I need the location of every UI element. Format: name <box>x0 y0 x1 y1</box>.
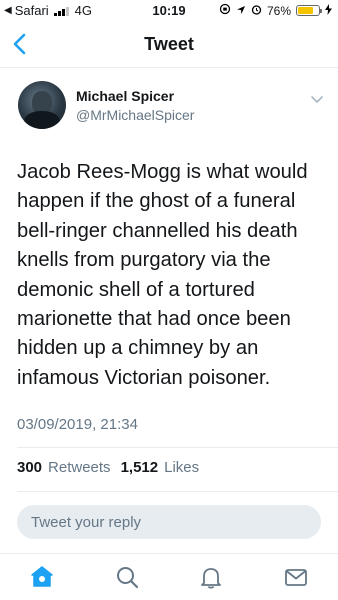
tweet-text: Jacob Rees-Mogg is what would happen if … <box>17 161 308 389</box>
more-options-button[interactable] <box>310 92 324 103</box>
nav-bar: Tweet <box>0 20 338 68</box>
battery-icon <box>296 5 322 16</box>
charging-icon <box>325 3 332 18</box>
status-bar: ◀ Safari 4G 10:19 76% <box>0 0 338 20</box>
author-name[interactable]: Michael Spicer <box>76 88 174 104</box>
page-title: Tweet <box>144 34 194 54</box>
tab-bar <box>0 553 338 600</box>
author-handle[interactable]: @MrMichaelSpicer <box>76 107 194 123</box>
search-icon <box>117 567 139 589</box>
reply-input[interactable]: Tweet your reply <box>17 505 321 539</box>
tab-search[interactable] <box>114 564 140 590</box>
alarm-icon <box>251 4 262 18</box>
bell-icon <box>201 568 221 589</box>
tweet-stats: 300 Retweets 1,512 Likes <box>17 459 203 476</box>
battery-percent: 76% <box>266 3 291 18</box>
likes-label[interactable]: Likes <box>164 459 199 476</box>
divider <box>17 447 338 448</box>
tab-notifications[interactable] <box>198 564 224 590</box>
author-avatar[interactable] <box>18 81 66 129</box>
tab-messages[interactable] <box>283 564 309 590</box>
screen-rotation-lock-icon <box>219 3 231 18</box>
divider <box>17 491 338 492</box>
status-right: 76% <box>219 3 332 18</box>
tab-home[interactable] <box>29 564 55 590</box>
retweets-count[interactable]: 300 <box>17 459 42 476</box>
retweets-label[interactable]: Retweets <box>48 459 111 476</box>
location-icon <box>236 4 246 18</box>
likes-count[interactable]: 1,512 <box>121 459 159 476</box>
home-icon <box>31 566 53 587</box>
chevron-down-icon <box>311 96 323 103</box>
tweet-timestamp: 03/09/2019, 21:34 <box>17 416 138 433</box>
mail-icon <box>285 569 307 586</box>
